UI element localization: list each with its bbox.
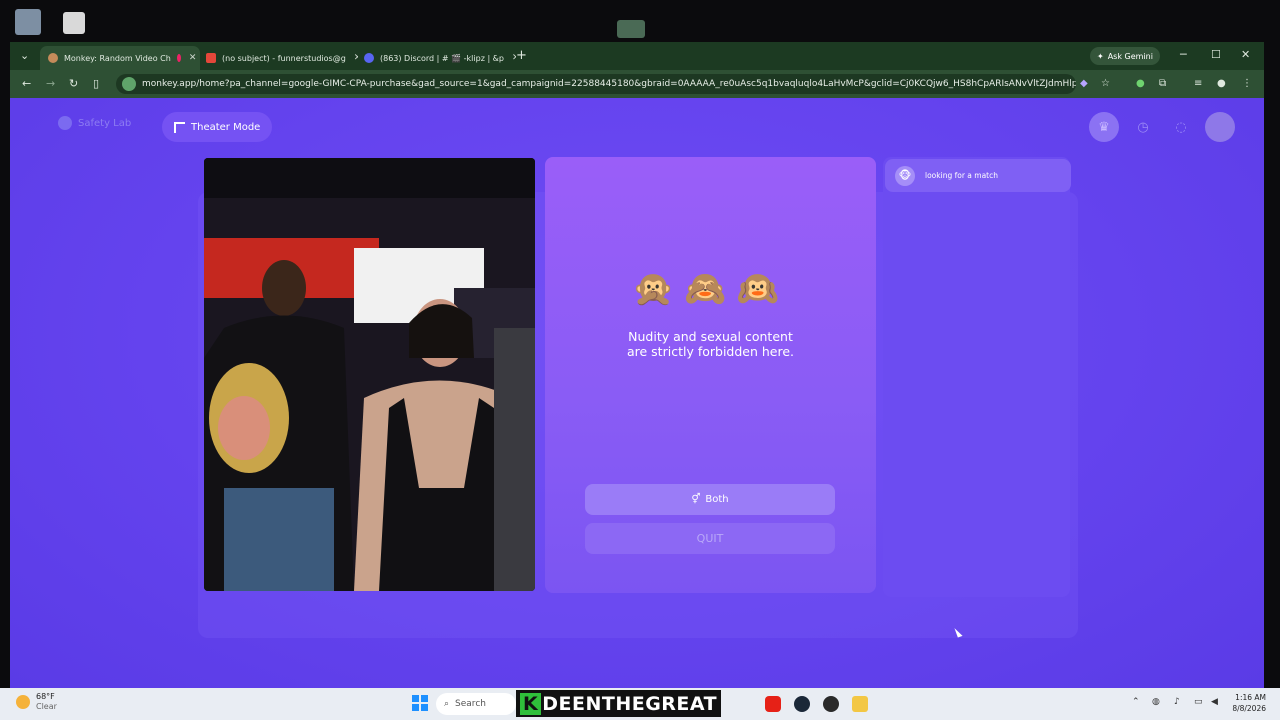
monkey-avatar-icon: 🐵: [895, 165, 915, 186]
chevron-up-icon[interactable]: ⌃: [1132, 697, 1140, 707]
status-text: looking for a match: [925, 171, 998, 180]
tab-monkey[interactable]: Monkey: Random Video Ch ✕: [40, 46, 200, 70]
clock-time: 1:16 AM: [1235, 693, 1266, 702]
rules-line-2: are strictly forbidden here.: [626, 344, 795, 359]
ask-gemini-button[interactable]: ✦ Ask Gemini: [1090, 47, 1160, 65]
monkey-favicon-icon: [48, 53, 58, 63]
rules-message: Nudity and sexual content are strictly f…: [545, 329, 876, 359]
streamer-overlay: K DEENTHEGREAT: [516, 690, 722, 717]
tab-label: Monkey: Random Video Ch: [64, 53, 171, 63]
monkey-emojis: 🙊🙈🙉: [631, 269, 789, 309]
url-text: monkey.app/home?pa_channel=google-GIMC-C…: [142, 79, 1076, 89]
search-icon: ⌕: [444, 699, 450, 709]
display-icon[interactable]: ▭: [1194, 697, 1203, 707]
overlay-k: K: [520, 692, 542, 715]
tab-label: (863) Discord | # 🎬 -klipz | &p: [380, 53, 504, 63]
chat-sidebar: 🐵 looking for a match: [883, 157, 1071, 597]
safety-lab-label: Safety Lab: [78, 117, 132, 129]
self-camera-feed: [204, 158, 535, 591]
extensions-puzzle-icon[interactable]: ⧉: [1159, 78, 1171, 90]
tab-strip: ⌄ Monkey: Random Video Ch ✕ (no subject)…: [10, 42, 1264, 70]
quit-button[interactable]: QUIT: [585, 523, 835, 554]
user-avatar[interactable]: [1205, 112, 1235, 142]
taskbar: 68°F Clear ⌕ Search K DEENTHEGREAT ⌃ ◍ ♪ …: [0, 688, 1280, 720]
tab-search-icon[interactable]: ⌄: [20, 49, 29, 62]
match-area: 🙊🙈🙉 Nudity and sexual content are strict…: [545, 157, 876, 593]
gender-filter-label: Both: [705, 494, 729, 505]
weather-moon-icon: [16, 695, 30, 709]
forward-icon[interactable]: →: [46, 77, 55, 90]
taskbar-search[interactable]: ⌕ Search: [436, 693, 516, 715]
profile-icon[interactable]: ●: [1217, 78, 1229, 90]
desktop-app-icon[interactable]: [63, 12, 85, 34]
recording-icon: [176, 54, 181, 62]
tab-discord[interactable]: (863) Discord | # 🎬 -klipz | &p ✕: [356, 46, 516, 70]
close-tab-icon[interactable]: ✕: [189, 53, 197, 63]
expand-icon: [174, 121, 185, 133]
safety-lab-link[interactable]: Safety Lab: [58, 116, 131, 130]
new-tab-icon[interactable]: +: [516, 48, 527, 63]
recycle-bin-icon[interactable]: [15, 9, 41, 35]
bookmark-star-icon[interactable]: ☆: [1101, 78, 1113, 90]
extension-icon[interactable]: ◆: [1080, 78, 1092, 90]
match-status: 🐵 looking for a match: [885, 159, 1071, 192]
theater-mode-button[interactable]: Theater Mode: [162, 112, 273, 142]
volume-icon[interactable]: ◀: [1211, 697, 1218, 707]
desktop-shortcut-icon[interactable]: [617, 20, 645, 38]
rules-line-1: Nudity and sexual content: [628, 329, 793, 344]
address-toolbar: ← → ↻ ▯ monkey.app/home?pa_channel=googl…: [10, 70, 1264, 98]
media-icon[interactable]: ≡: [1194, 78, 1206, 90]
clock-date: 8/8/2026: [1232, 704, 1266, 713]
theater-mode-label: Theater Mode: [191, 121, 261, 133]
steam-icon[interactable]: [794, 696, 810, 712]
crown-icon[interactable]: ♛: [1089, 112, 1119, 142]
gemini-sparkle-icon: ✦: [1097, 51, 1104, 61]
back-icon[interactable]: ←: [22, 77, 31, 90]
system-clock[interactable]: 1:16 AM 8/8/2026: [1226, 692, 1266, 714]
ask-gemini-label: Ask Gemini: [1107, 51, 1153, 61]
tab-gmail[interactable]: (no subject) - funnerstudios@g ✕: [198, 46, 358, 70]
maximize-icon[interactable]: ☐: [1211, 48, 1221, 61]
reload-icon[interactable]: ↻: [69, 77, 78, 90]
file-explorer-icon[interactable]: [852, 696, 868, 712]
overlay-name: DEENTHEGREAT: [542, 692, 718, 715]
both-genders-icon: ⚥: [691, 494, 701, 505]
start-windows-icon[interactable]: [412, 695, 428, 711]
site-info-icon[interactable]: [122, 77, 136, 91]
network-icon[interactable]: ◍: [1152, 697, 1160, 707]
desktop: ⌄ Monkey: Random Video Ch ✕ (no subject)…: [0, 0, 1280, 720]
temperature: 68°F: [36, 692, 55, 701]
address-bar[interactable]: monkey.app/home?pa_channel=google-GIMC-C…: [116, 74, 1076, 94]
youtube-icon[interactable]: [765, 696, 781, 712]
gender-filter-button[interactable]: ⚥ Both: [585, 484, 835, 515]
weather-widget[interactable]: 68°F Clear: [16, 692, 57, 712]
weather-condition: Clear: [36, 702, 57, 711]
minimize-icon[interactable]: ─: [1180, 48, 1187, 61]
messages-icon[interactable]: ◌: [1166, 112, 1196, 142]
safety-shield-icon: [58, 116, 72, 130]
close-window-icon[interactable]: ✕: [1241, 48, 1250, 61]
split-view-icon[interactable]: ▯: [93, 77, 99, 90]
gmail-favicon-icon: [206, 53, 216, 63]
history-icon[interactable]: ◷: [1128, 112, 1158, 142]
quit-label: QUIT: [696, 532, 724, 545]
camera-image: [204, 158, 535, 591]
menu-icon[interactable]: ⋮: [1242, 78, 1254, 90]
extension-green-icon[interactable]: ●: [1136, 78, 1148, 90]
tab-label: (no subject) - funnerstudios@g: [222, 53, 346, 63]
discord-favicon-icon: [364, 53, 374, 63]
search-label: Search: [455, 699, 486, 709]
obs-icon[interactable]: [823, 696, 839, 712]
microphone-icon[interactable]: ♪: [1174, 697, 1180, 707]
